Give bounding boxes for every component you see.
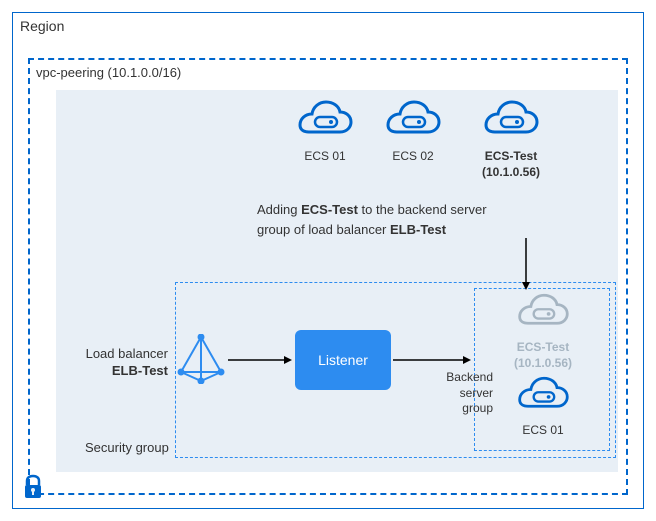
ecs-test-ghost: ECS-Test (10.1.0.56) [498,293,588,371]
cloud-icon [295,100,355,142]
diagram-canvas: Region vpc-peering (10.1.0.0/16) ECS 01 … [0,0,656,521]
ecs-01-label: ECS 01 [290,149,360,165]
description-text: Adding ECS-Test to the backend server gr… [257,200,597,239]
ecs-02: ECS 02 [378,100,448,165]
arrow-elb-to-listener [228,354,294,369]
ecs-test: ECS-Test (10.1.0.56) [466,100,556,180]
elb-label: Load balancer ELB-Test [68,346,168,380]
security-group-label: Security group [85,440,169,455]
ecs-test-label: ECS-Test (10.1.0.56) [466,149,556,180]
arrow-listener-to-backend [393,354,473,369]
cloud-icon [515,376,571,416]
listener-box: Listener [295,330,391,390]
load-balancer-icon [176,334,226,384]
vpc-label: vpc-peering (10.1.0.0/16) [36,65,181,80]
cloud-icon [383,100,443,142]
ecs-test-ghost-label: ECS-Test (10.1.0.56) [498,340,588,371]
cloud-icon [481,100,541,142]
cloud-icon [515,293,571,333]
elb-icon-wrap [176,334,226,387]
backend-ecs-01-label: ECS 01 [498,423,588,439]
ecs-02-label: ECS 02 [378,149,448,165]
listener-label: Listener [318,352,368,368]
region-label: Region [20,18,64,34]
arrow-ecs-test-down [520,238,532,295]
lock-icon [22,474,44,503]
ecs-01: ECS 01 [290,100,360,165]
backend-ecs-01: ECS 01 [498,376,588,439]
backend-group-label: Backend server group [433,370,493,417]
